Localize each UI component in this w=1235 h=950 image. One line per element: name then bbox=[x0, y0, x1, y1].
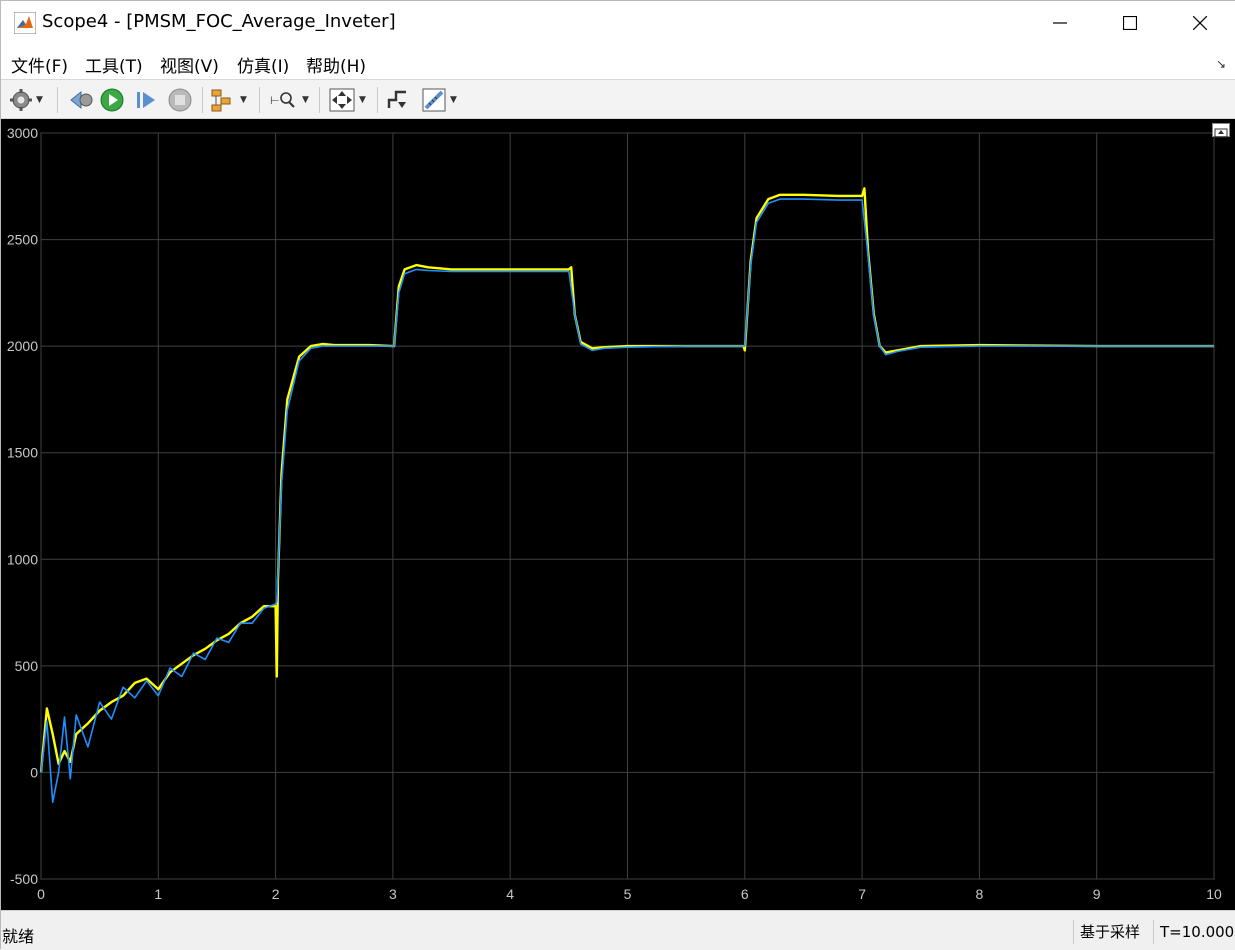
gear-icon bbox=[10, 89, 32, 111]
settings-button[interactable]: ▼ bbox=[9, 86, 43, 114]
step-forward-button[interactable] bbox=[134, 86, 158, 114]
y-tick-label: 1500 bbox=[7, 445, 38, 461]
chevron-down-icon[interactable]: ▼ bbox=[302, 95, 309, 105]
status-text: 就绪 bbox=[2, 927, 35, 946]
run-button[interactable] bbox=[99, 86, 125, 114]
chevron-down-icon[interactable]: ▼ bbox=[36, 95, 43, 105]
y-tick-label: 0 bbox=[30, 764, 38, 780]
title-bar[interactable]: Scope4 - [PMSM_FOC_Average_Inveter] bbox=[1, 1, 1235, 45]
x-tick-label: 3 bbox=[389, 886, 397, 902]
zoom-icon: ⊢ bbox=[270, 92, 295, 108]
menu-simulation[interactable]: 仿真(I) bbox=[237, 52, 289, 77]
triggers-button[interactable] bbox=[386, 86, 410, 114]
measure-icon bbox=[422, 88, 446, 112]
zoom-button[interactable]: ⊢ ▼ bbox=[269, 86, 309, 114]
y-tick-label: 2500 bbox=[7, 232, 38, 248]
undock-button[interactable] bbox=[1212, 123, 1230, 138]
x-tick-label: 0 bbox=[37, 886, 45, 902]
step-back-button[interactable] bbox=[67, 86, 93, 114]
x-tick-label: 6 bbox=[741, 886, 749, 902]
step-back-icon bbox=[70, 90, 93, 110]
menu-help[interactable]: 帮助(H) bbox=[306, 52, 366, 77]
measure-button[interactable]: ▼ bbox=[421, 86, 457, 114]
step-forward-icon bbox=[137, 92, 155, 108]
close-icon bbox=[1193, 16, 1207, 30]
sampling-mode: 基于采样 bbox=[1073, 920, 1140, 944]
toolbar: ▼ ▼ ⊢ ▼ ▼ ▼ bbox=[1, 79, 1235, 119]
x-tick-label: 7 bbox=[858, 886, 866, 902]
maximize-icon bbox=[1123, 16, 1137, 30]
undock-icon bbox=[1214, 128, 1228, 138]
simulation-time: T=10.000 bbox=[1153, 920, 1234, 944]
minimize-button[interactable] bbox=[1025, 1, 1095, 45]
chevron-down-icon[interactable]: ▼ bbox=[359, 95, 366, 105]
signal-hierarchy-icon bbox=[211, 89, 231, 112]
menu-file[interactable]: 文件(F) bbox=[11, 52, 68, 77]
chevron-down-icon[interactable]: ▼ bbox=[240, 95, 247, 105]
status-bar: 就绪 基于采样 T=10.000 bbox=[1, 910, 1235, 950]
scope-window: Scope4 - [PMSM_FOC_Average_Inveter] 文件(F… bbox=[0, 0, 1235, 950]
y-tick-label: -500 bbox=[10, 871, 38, 887]
minimize-icon bbox=[1053, 22, 1067, 24]
toolbar-separator bbox=[259, 87, 260, 113]
scope-display[interactable]: 0 1 2 3 4 5 6 7 8 9 10 -500 0 500 1000 1500 2000 2500 3000 bbox=[1, 119, 1235, 910]
autoscale-icon bbox=[329, 88, 355, 112]
chevron-down-icon[interactable]: ▼ bbox=[450, 95, 457, 105]
run-icon bbox=[100, 88, 124, 112]
x-tick-label: 5 bbox=[624, 886, 632, 902]
menu-bar: 文件(F) 工具(T) 视图(V) 仿真(I) 帮助(H) ↘ bbox=[1, 45, 1235, 79]
stop-button[interactable] bbox=[167, 86, 193, 114]
x-tick-label: 8 bbox=[976, 886, 984, 902]
toolbar-separator bbox=[377, 87, 378, 113]
dock-arrow-icon[interactable]: ↘ bbox=[1216, 57, 1226, 71]
x-tick-label: 10 bbox=[1206, 886, 1222, 902]
y-tick-label: 3000 bbox=[7, 125, 38, 141]
menu-view[interactable]: 视图(V) bbox=[160, 52, 219, 77]
close-button[interactable] bbox=[1165, 1, 1235, 45]
svg-text:⊢: ⊢ bbox=[270, 95, 280, 107]
y-tick-label: 500 bbox=[15, 658, 39, 674]
toolbar-separator bbox=[57, 87, 58, 113]
window-title: Scope4 - [PMSM_FOC_Average_Inveter] bbox=[42, 11, 396, 32]
toolbar-separator bbox=[319, 87, 320, 113]
x-tick-label: 2 bbox=[272, 886, 280, 902]
matlab-icon bbox=[14, 12, 36, 34]
autoscale-button[interactable]: ▼ bbox=[328, 86, 366, 114]
menu-tools[interactable]: 工具(T) bbox=[85, 52, 143, 77]
scope-plot[interactable]: 0 1 2 3 4 5 6 7 8 9 10-500050010001500200025003000 bbox=[1, 119, 1235, 910]
maximize-button[interactable] bbox=[1095, 1, 1165, 45]
x-tick-label: 9 bbox=[1093, 886, 1101, 902]
toolbar-separator bbox=[202, 87, 203, 113]
x-tick-label: 4 bbox=[506, 886, 514, 902]
y-tick-label: 2000 bbox=[7, 338, 38, 354]
x-tick-label: 1 bbox=[154, 886, 162, 902]
stop-icon bbox=[168, 88, 192, 112]
triggers-icon bbox=[387, 90, 406, 108]
signal-hierarchy-button[interactable]: ▼ bbox=[209, 86, 247, 114]
y-tick-label: 1000 bbox=[7, 551, 38, 567]
